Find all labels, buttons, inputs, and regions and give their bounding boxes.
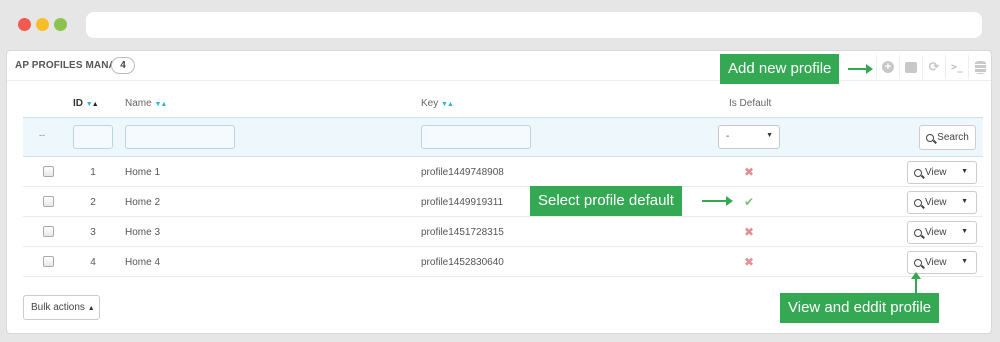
dropdown-toggle-icon[interactable]: ▼ xyxy=(961,228,968,235)
table-row: 3 Home 3 profile1451728315 ✖ View ▼ xyxy=(23,217,983,247)
refresh-icon: ⟳ xyxy=(928,59,940,74)
filter-placeholder: -- xyxy=(39,130,45,140)
add-new-button[interactable]: + xyxy=(876,55,899,79)
search-icon xyxy=(926,133,935,142)
table-row: 4 Home 4 profile1452830640 ✖ View ▼ xyxy=(23,247,983,277)
column-header-key[interactable]: Key ▼▲ xyxy=(421,98,454,109)
zoom-icon xyxy=(914,198,922,207)
filter-row: -- - ▼ Search xyxy=(23,117,983,157)
row-checkbox[interactable] xyxy=(43,196,54,207)
dropdown-toggle-icon[interactable]: ▼ xyxy=(961,198,968,205)
column-header-name[interactable]: Name ▼▲ xyxy=(125,98,167,109)
zoom-icon xyxy=(914,228,922,237)
is-default-icon[interactable]: ✔ xyxy=(744,195,754,209)
not-default-icon[interactable]: ✖ xyxy=(744,165,754,179)
search-button[interactable]: Search xyxy=(919,125,976,150)
table-header: ID ▼▲ Name ▼▲ Key ▼▲ Is Default xyxy=(23,89,983,117)
callout-select-default: Select profile default xyxy=(530,186,682,216)
maximize-window-icon[interactable] xyxy=(54,18,67,31)
export-button[interactable] xyxy=(899,55,922,79)
callout-arrow xyxy=(911,272,921,293)
view-button[interactable]: View xyxy=(914,197,947,208)
table-row: 2 Home 2 profile1449919311 ✔ View ▼ xyxy=(23,187,983,217)
profiles-panel: AP PROFILES MANAGE 4 + ⟳ >_ ID ▼▲ Name ▼… xyxy=(6,50,992,334)
row-checkbox[interactable] xyxy=(43,166,54,177)
sort-asc-icon: ▲ xyxy=(160,101,167,108)
caret-down-icon: ▼ xyxy=(766,132,773,139)
bulk-actions-button[interactable]: Bulk actions ▲ xyxy=(23,295,100,320)
view-button-group[interactable]: View ▼ xyxy=(907,191,977,214)
database-button[interactable] xyxy=(968,55,991,79)
row-key: profile1449748908 xyxy=(421,167,504,178)
zoom-icon xyxy=(914,258,922,267)
row-name: Home 3 xyxy=(125,227,161,238)
toolbar: + ⟳ >_ xyxy=(876,55,991,79)
profile-count-badge: 4 xyxy=(111,57,135,74)
view-button[interactable]: View xyxy=(914,227,947,238)
not-default-icon[interactable]: ✖ xyxy=(744,225,754,239)
row-id: 2 xyxy=(90,197,96,208)
filter-id-input[interactable] xyxy=(73,125,113,149)
add-icon: + xyxy=(882,61,894,73)
sort-asc-icon: ▲ xyxy=(91,101,99,108)
view-button-group[interactable]: View ▼ xyxy=(907,251,977,274)
row-name: Home 4 xyxy=(125,257,161,268)
row-key: profile1451728315 xyxy=(421,227,504,238)
callout-add-new-profile: Add new profile xyxy=(720,54,840,84)
export-icon xyxy=(905,61,917,73)
database-icon xyxy=(974,60,986,74)
row-checkbox[interactable] xyxy=(43,256,54,267)
view-button[interactable]: View xyxy=(914,257,947,268)
row-key: profile1449919311 xyxy=(421,197,504,208)
callout-view-edit: View and eddit profile xyxy=(780,293,940,323)
close-window-icon[interactable] xyxy=(18,18,31,31)
callout-arrow xyxy=(848,64,873,74)
sort-asc-icon: ▲ xyxy=(446,101,454,108)
dropdown-toggle-icon[interactable]: ▼ xyxy=(961,168,968,175)
row-checkbox[interactable] xyxy=(43,226,54,237)
panel-header: AP PROFILES MANAGE 4 + ⟳ >_ xyxy=(7,51,991,81)
filter-key-input[interactable] xyxy=(421,125,531,149)
address-bar[interactable] xyxy=(86,12,982,38)
caret-up-icon: ▲ xyxy=(87,305,95,312)
view-button[interactable]: View xyxy=(914,167,947,178)
row-id: 3 xyxy=(90,227,96,238)
table-row: 1 Home 1 profile1449748908 ✖ View ▼ xyxy=(23,157,983,187)
callout-arrow xyxy=(702,196,733,206)
zoom-icon xyxy=(914,168,922,177)
column-header-is-default: Is Default xyxy=(729,98,772,109)
row-name: Home 2 xyxy=(125,197,161,208)
sql-icon: >_ xyxy=(950,61,964,73)
view-button-group[interactable]: View ▼ xyxy=(907,161,977,184)
sql-query-button[interactable]: >_ xyxy=(945,55,968,79)
filter-default-select[interactable]: - ▼ xyxy=(718,125,780,149)
view-button-group[interactable]: View ▼ xyxy=(907,221,977,244)
filter-name-input[interactable] xyxy=(125,125,235,149)
row-name: Home 1 xyxy=(125,167,161,178)
dropdown-toggle-icon[interactable]: ▼ xyxy=(961,258,968,265)
row-key: profile1452830640 xyxy=(421,257,504,268)
column-header-id[interactable]: ID ▼▲ xyxy=(73,98,99,109)
minimize-window-icon[interactable] xyxy=(36,18,49,31)
row-id: 1 xyxy=(90,167,96,178)
browser-chrome xyxy=(0,0,1000,50)
row-id: 4 xyxy=(90,257,96,268)
not-default-icon[interactable]: ✖ xyxy=(744,255,754,269)
refresh-button[interactable]: ⟳ xyxy=(922,55,945,79)
